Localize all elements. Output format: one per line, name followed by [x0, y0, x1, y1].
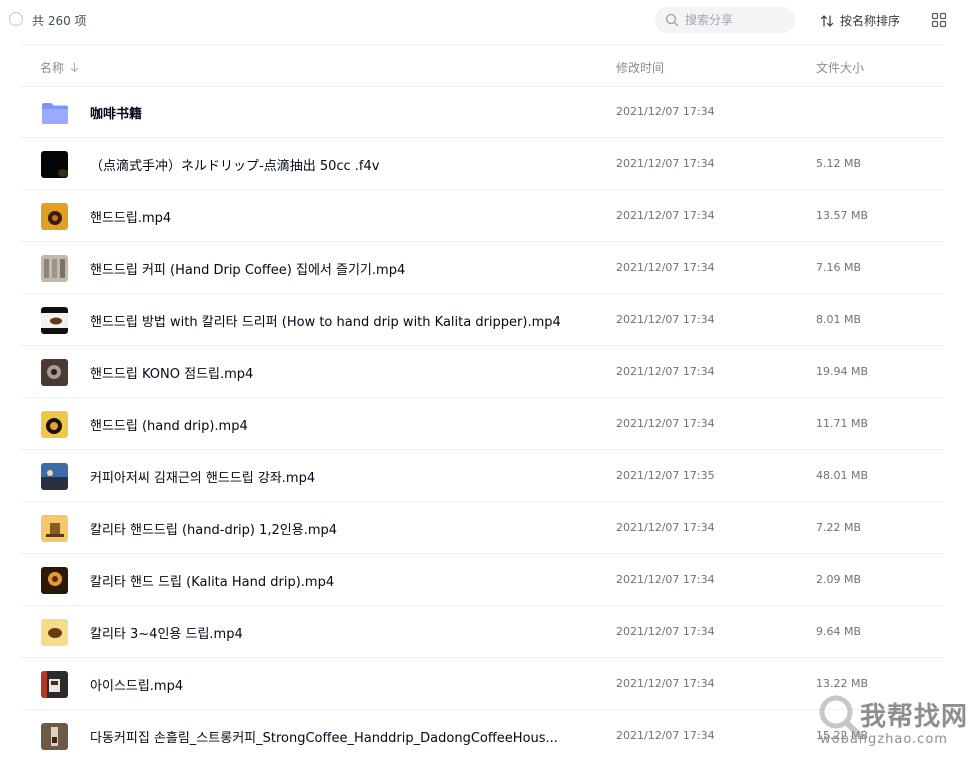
table-row[interactable]: 다동커피집 손흘림_스트롱커피_StrongCoffee_Handdrip_Da… — [20, 710, 944, 762]
table-row[interactable]: 咖啡书籍 2021/12/07 17:34 — [20, 86, 944, 138]
select-all-checkbox[interactable] — [9, 12, 23, 26]
toolbar: 共 260 项 按名称排序 — [0, 0, 969, 40]
item-count: 共 260 项 — [32, 14, 87, 28]
file-name[interactable]: 다동커피집 손흘림_스트롱커피_StrongCoffee_Handdrip_Da… — [90, 727, 558, 746]
file-name[interactable]: 핸드드립 커피 (Hand Drip Coffee) 집에서 즐기기.mp4 — [90, 259, 405, 278]
column-size-header[interactable]: 文件大小 — [816, 59, 864, 76]
table-row[interactable]: 핸드드립 방법 with 칼리타 드리퍼 (How to hand drip w… — [20, 294, 944, 346]
column-name-label: 名称 — [40, 61, 65, 75]
video-thumbnail-icon — [41, 359, 68, 386]
file-name[interactable]: 咖啡书籍 — [90, 103, 142, 122]
sort-arrows-icon — [820, 14, 834, 27]
watermark-url: wobangzhao.com — [820, 732, 948, 747]
file-list: 咖啡书籍 2021/12/07 17:34 （点滴式手冲）ネルドリップ-点滴抽出… — [20, 86, 944, 762]
file-name[interactable]: 핸드드립 KONO 점드립.mp4 — [90, 363, 253, 382]
file-size: 7.22 MB — [816, 521, 862, 534]
file-modified: 2021/12/07 17:34 — [616, 573, 715, 586]
file-name[interactable]: 커피아저씨 김재근의 핸드드립 강좌.mp4 — [90, 467, 315, 486]
search-box[interactable] — [655, 7, 795, 33]
table-row[interactable]: 핸드드립 커피 (Hand Drip Coffee) 집에서 즐기기.mp4 2… — [20, 242, 944, 294]
file-name[interactable]: 아이스드립.mp4 — [90, 675, 183, 694]
file-name[interactable]: 핸드드립 방법 with 칼리타 드리퍼 (How to hand drip w… — [90, 311, 561, 330]
column-modified-header[interactable]: 修改时间 — [616, 59, 664, 76]
video-thumbnail-icon — [41, 411, 68, 438]
table-row[interactable]: 칼리타 핸드드립 (hand-drip) 1,2인용.mp4 2021/12/0… — [20, 502, 944, 554]
file-size: 8.01 MB — [816, 313, 862, 326]
file-modified: 2021/12/07 17:34 — [616, 365, 715, 378]
video-thumbnail-icon — [41, 723, 68, 750]
table-row[interactable]: 칼리타 3~4인용 드립.mp4 2021/12/07 17:34 9.64 M… — [20, 606, 944, 658]
column-header: 名称 修改时间 文件大小 — [20, 46, 944, 87]
file-size: 2.09 MB — [816, 573, 862, 586]
table-row[interactable]: 아이스드립.mp4 2021/12/07 17:34 13.22 MB — [20, 658, 944, 710]
search-input[interactable] — [685, 11, 789, 29]
folder-icon — [41, 99, 68, 126]
video-thumbnail-icon — [41, 463, 68, 490]
file-name[interactable]: 칼리타 핸드드립 (hand-drip) 1,2인용.mp4 — [90, 519, 337, 538]
table-row[interactable]: （点滴式手冲）ネルドリップ-点滴抽出 50cc .f4v 2021/12/07 … — [20, 138, 944, 190]
video-thumbnail-icon — [41, 515, 68, 542]
file-name[interactable]: 칼리타 핸드 드립 (Kalita Hand drip).mp4 — [90, 571, 334, 590]
search-icon — [665, 13, 679, 27]
file-name[interactable]: 핸드드립 (hand drip).mp4 — [90, 415, 248, 434]
column-name-header[interactable]: 名称 — [40, 59, 79, 76]
file-modified: 2021/12/07 17:34 — [616, 157, 715, 170]
sort-label: 按名称排序 — [840, 14, 901, 28]
file-size: 13.57 MB — [816, 209, 869, 222]
file-modified: 2021/12/07 17:35 — [616, 469, 715, 482]
video-thumbnail-icon — [41, 619, 68, 646]
file-modified: 2021/12/07 17:34 — [616, 521, 715, 534]
file-modified: 2021/12/07 17:34 — [616, 313, 715, 326]
file-name[interactable]: （点滴式手冲）ネルドリップ-点滴抽出 50cc .f4v — [90, 155, 379, 174]
file-modified: 2021/12/07 17:34 — [616, 209, 715, 222]
arrow-down-icon — [70, 62, 79, 73]
file-size: 13.22 MB — [816, 677, 869, 690]
file-size: 19.94 MB — [816, 365, 869, 378]
watermark-text: 我帮找网 — [860, 702, 969, 732]
file-name[interactable]: 핸드드립.mp4 — [90, 207, 171, 226]
video-thumbnail-icon — [41, 307, 68, 334]
video-thumbnail-icon — [41, 671, 68, 698]
table-row[interactable]: 핸드드립 (hand drip).mp4 2021/12/07 17:34 11… — [20, 398, 944, 450]
grid-view-icon[interactable] — [931, 12, 947, 28]
table-row[interactable]: 핸드드립.mp4 2021/12/07 17:34 13.57 MB — [20, 190, 944, 242]
file-modified: 2021/12/07 17:34 — [616, 625, 715, 638]
file-size: 48.01 MB — [816, 469, 869, 482]
table-row[interactable]: 핸드드립 KONO 점드립.mp4 2021/12/07 17:34 19.94… — [20, 346, 944, 398]
table-row[interactable]: 커피아저씨 김재근의 핸드드립 강좌.mp4 2021/12/07 17:35 … — [20, 450, 944, 502]
file-size: 7.16 MB — [816, 261, 862, 274]
video-thumbnail-icon — [41, 203, 68, 230]
file-size: 11.71 MB — [816, 417, 869, 430]
file-name[interactable]: 칼리타 3~4인용 드립.mp4 — [90, 623, 243, 642]
video-thumbnail-icon — [41, 255, 68, 282]
file-modified: 2021/12/07 17:34 — [616, 677, 715, 690]
file-modified: 2021/12/07 17:34 — [616, 261, 715, 274]
file-modified: 2021/12/07 17:34 — [616, 729, 715, 742]
file-size: 5.12 MB — [816, 157, 862, 170]
video-thumbnail-icon — [41, 151, 68, 178]
sort-by-name-button[interactable]: 按名称排序 — [820, 12, 900, 29]
video-thumbnail-icon — [41, 567, 68, 594]
file-modified: 2021/12/07 17:34 — [616, 417, 715, 430]
toolbar-divider — [20, 44, 944, 45]
file-size: 9.64 MB — [816, 625, 862, 638]
file-modified: 2021/12/07 17:34 — [616, 105, 715, 118]
table-row[interactable]: 칼리타 핸드 드립 (Kalita Hand drip).mp4 2021/12… — [20, 554, 944, 606]
